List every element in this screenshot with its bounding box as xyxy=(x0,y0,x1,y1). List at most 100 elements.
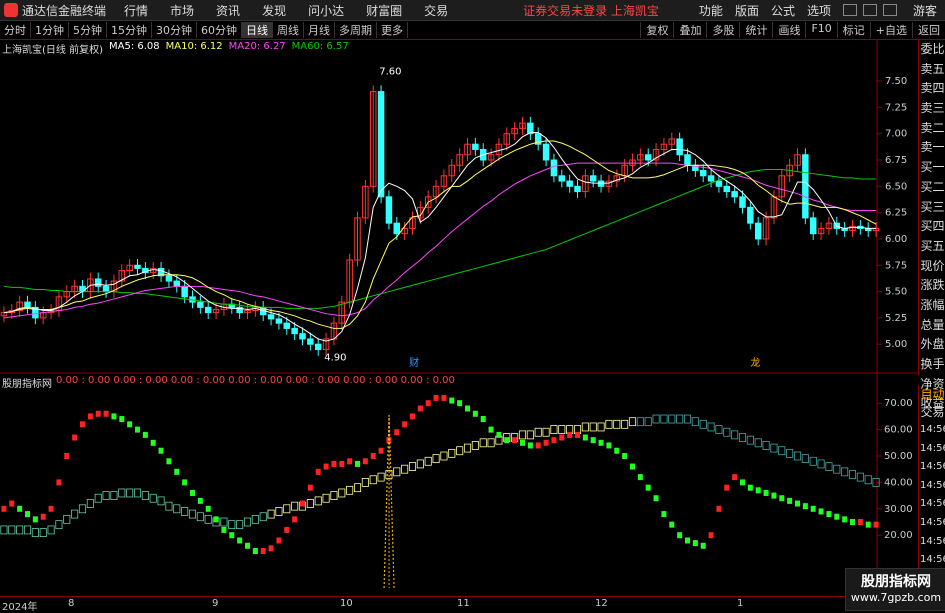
app-logo-icon xyxy=(4,3,18,17)
tool-f10[interactable]: F10 xyxy=(805,22,836,38)
ind-ladder-bar xyxy=(715,425,723,435)
side-label-12[interactable]: 涨跌 xyxy=(919,276,945,296)
trade-label[interactable]: 交易 xyxy=(919,403,945,421)
ind-ladder-bar xyxy=(0,525,8,535)
ind-ladder-bar xyxy=(668,414,676,424)
tool-back[interactable]: 返回 xyxy=(912,22,945,38)
side-label-7[interactable]: 买二 xyxy=(919,178,945,198)
period-1m[interactable]: 1分钟 xyxy=(31,22,69,38)
side-label-0[interactable]: 委比 xyxy=(919,40,945,60)
ind-ladder-bar xyxy=(181,507,189,516)
ma5-line xyxy=(3,132,877,342)
close-icon[interactable] xyxy=(882,4,897,16)
auto-label[interactable]: 自动 xyxy=(919,385,945,403)
period-multi[interactable]: 多周期 xyxy=(335,22,377,38)
candle-body xyxy=(385,196,393,224)
ind-dot xyxy=(370,453,376,459)
ma5-label: MA5: 6.08 xyxy=(108,41,160,52)
side-label-11[interactable]: 现价 xyxy=(919,257,945,277)
ind-ladder-bar xyxy=(738,433,747,442)
tool-adjust[interactable]: 复权 xyxy=(640,22,673,38)
side-label-1[interactable]: 卖五 xyxy=(919,60,945,80)
side-label-2[interactable]: 卖四 xyxy=(919,79,945,99)
ind-dot xyxy=(268,545,274,552)
ind-dot xyxy=(653,495,659,502)
ind-dot xyxy=(80,421,85,428)
side-label-10[interactable]: 买五 xyxy=(919,237,945,257)
ind-ladder-bar xyxy=(731,430,739,440)
period-weekly[interactable]: 周线 xyxy=(273,22,304,38)
ind-dot xyxy=(708,532,714,539)
ind-ladder-bar xyxy=(856,472,864,482)
side-label-9[interactable]: 买四 xyxy=(919,217,945,237)
ind-ladder-bar xyxy=(39,528,47,537)
period-15m[interactable]: 15分钟 xyxy=(107,22,152,38)
menu-function[interactable]: 功能 xyxy=(699,2,723,19)
ind-dot xyxy=(700,542,706,549)
menu-trade[interactable]: 交易 xyxy=(424,2,448,19)
menu-market2[interactable]: 市场 xyxy=(170,2,194,19)
ind-dot xyxy=(378,447,384,454)
ind-ladder-bar xyxy=(204,514,212,524)
low-price-label: 4.90 xyxy=(324,353,346,364)
ind-dot xyxy=(873,521,879,528)
price-axis-label: 5.00 xyxy=(885,339,907,350)
menu-discover[interactable]: 发现 xyxy=(262,2,286,19)
ind-ladder-bar xyxy=(8,525,16,535)
period-daily[interactable]: 日线 xyxy=(242,22,273,38)
maximize-icon[interactable] xyxy=(862,4,877,16)
ind-ladder-bar xyxy=(652,414,660,424)
ind-dot xyxy=(25,511,30,518)
minimize-icon[interactable] xyxy=(842,4,857,16)
side-label-14[interactable]: 总量 xyxy=(919,316,945,336)
ind-dot xyxy=(213,516,219,523)
tool-add-watch[interactable]: +自选 xyxy=(869,22,912,38)
high-price-label: 7.60 xyxy=(379,67,401,78)
side-label-6[interactable]: 买一 xyxy=(919,158,945,178)
ind-ladder-bar xyxy=(589,422,597,432)
period-tick[interactable]: 分时 xyxy=(0,22,31,38)
watermark-title: 股朋指标网 xyxy=(861,574,931,590)
side-label-16[interactable]: 换手 xyxy=(919,355,945,375)
tool-overlay[interactable]: 叠加 xyxy=(673,22,706,38)
period-monthly[interactable]: 月线 xyxy=(304,22,335,38)
ind-ladder-bar xyxy=(173,504,181,514)
ind-ladder-bar xyxy=(408,462,417,471)
menu-wealth[interactable]: 财富圈 xyxy=(366,2,402,19)
menu-options[interactable]: 选项 xyxy=(807,2,831,19)
side-label-4[interactable]: 卖二 xyxy=(919,119,945,139)
guest-user[interactable]: 游客 xyxy=(913,2,937,19)
candle-body xyxy=(79,285,86,293)
tool-multi[interactable]: 多股 xyxy=(706,22,739,38)
side-label-15[interactable]: 外盘 xyxy=(919,335,945,355)
menu-formula[interactable]: 公式 xyxy=(771,2,795,19)
side-label-5[interactable]: 卖一 xyxy=(919,138,945,158)
tool-stats[interactable]: 统计 xyxy=(739,22,772,38)
period-5m[interactable]: 5分钟 xyxy=(69,22,107,38)
ind-dot xyxy=(87,413,93,420)
side-label-3[interactable]: 卖三 xyxy=(919,99,945,119)
ma20-line xyxy=(3,162,877,319)
event-marker-finance: 财 xyxy=(409,356,419,369)
ind-axis-label: 60.00 xyxy=(884,425,913,436)
ind-dot xyxy=(637,474,643,481)
menu-ask[interactable]: 问小达 xyxy=(308,2,344,19)
menu-news[interactable]: 资讯 xyxy=(216,2,240,19)
ind-ladder-bar xyxy=(283,504,291,514)
ind-ladder-bar xyxy=(314,496,322,506)
watermark-url: www.7gpzb.com xyxy=(850,591,942,604)
tool-draw[interactable]: 画线 xyxy=(772,22,805,38)
menu-layout[interactable]: 版面 xyxy=(735,2,759,19)
side-label-13[interactable]: 涨幅 xyxy=(919,296,945,316)
ind-ladder-bar xyxy=(691,417,699,427)
ind-dot xyxy=(590,437,596,444)
period-more[interactable]: 更多 xyxy=(377,22,408,38)
ind-dot xyxy=(645,484,651,491)
kline-chart[interactable]: 7.50 7.25 7.00 6.75 6.50 6.25 6.00 5.75 5.50 5.25… xyxy=(0,40,918,596)
menu-market[interactable]: 行情 xyxy=(124,2,148,19)
ind-axis-label: 20.00 xyxy=(884,530,913,541)
period-30m[interactable]: 30分钟 xyxy=(152,22,197,38)
side-label-8[interactable]: 买三 xyxy=(919,198,945,218)
tool-mark[interactable]: 标记 xyxy=(836,22,870,38)
period-60m[interactable]: 60分钟 xyxy=(197,22,242,38)
